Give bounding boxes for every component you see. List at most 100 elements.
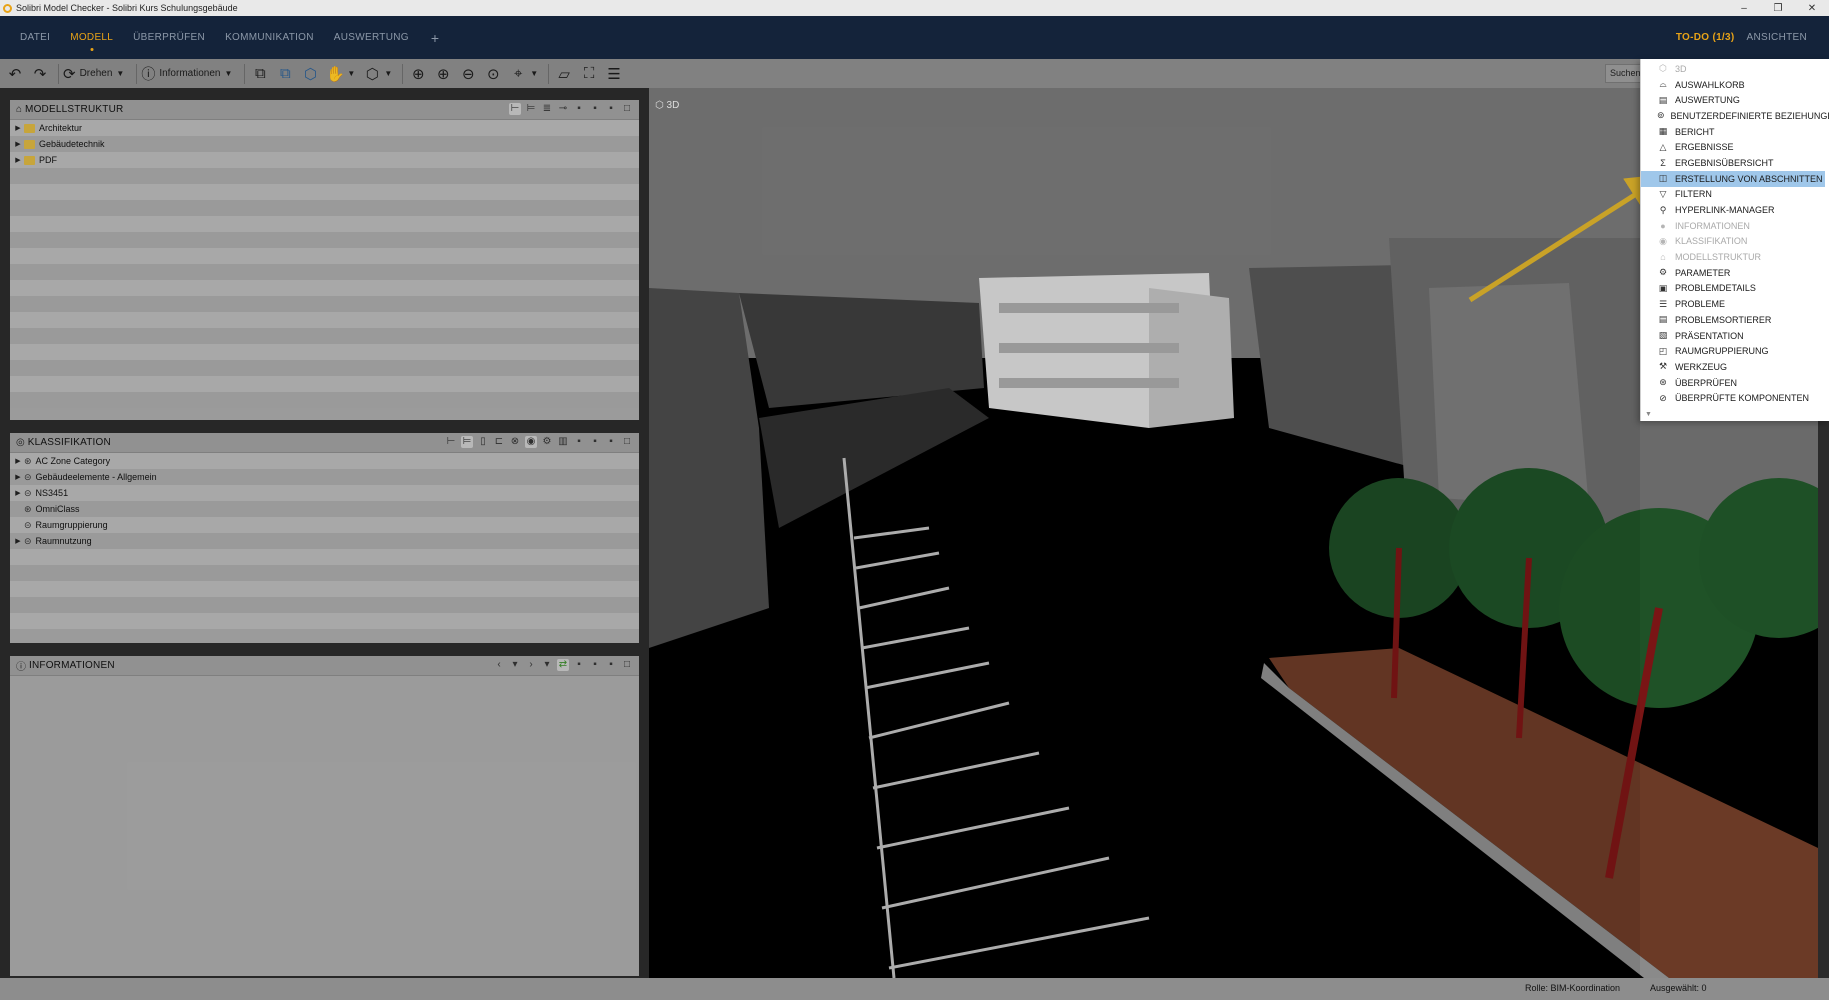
menu-item-praesentation[interactable]: ▧ PRÄSENTATION	[1641, 328, 1829, 344]
search-input[interactable]: Suchen	[1605, 64, 1643, 83]
classification-row[interactable]: ▶ ⊛ AC Zone Category	[10, 453, 639, 469]
maximize-icon[interactable]: □	[621, 659, 633, 671]
link-tree-icon[interactable]: ⊸	[557, 103, 569, 115]
library-icon[interactable]: ▥	[557, 436, 569, 448]
panel-option-icon[interactable]: ▪	[605, 659, 617, 671]
chevron-down-icon[interactable]: ▼	[530, 69, 538, 78]
menu-item-auswahlkorb[interactable]: ⌓ AUSWAHLKORB	[1641, 77, 1829, 93]
zoom-out-icon[interactable]: ⊖	[457, 63, 479, 85]
maximize-icon[interactable]: □	[621, 103, 633, 115]
scroll-down-icon[interactable]: ▼	[1645, 411, 1652, 418]
classification-row[interactable]: ▶ ⊝ Raumnutzung	[10, 533, 639, 549]
cube-select-icon[interactable]: ⬡	[299, 63, 321, 85]
tree-row[interactable]: ▶ PDF	[10, 152, 639, 168]
menu-item-problemdetails[interactable]: ▣ PROBLEMDETAILS	[1641, 281, 1829, 297]
maximize-icon[interactable]: □	[621, 436, 633, 448]
tree-alt-icon[interactable]: ⊨	[461, 436, 473, 448]
expand-icon[interactable]: ▶	[12, 457, 24, 465]
menu-item-hyperlink-manager[interactable]: ⚲ HYPERLINK-MANAGER	[1641, 202, 1829, 218]
menu-item-ueberpruefen[interactable]: ⊛ ÜBERPRÜFEN	[1641, 375, 1829, 391]
menu-item-ueberpruefte-komponenten[interactable]: ⊘ ÜBERPRÜFTE KOMPONENTEN	[1641, 390, 1829, 406]
menu-item-parameter[interactable]: ⚙ PARAMETER	[1641, 265, 1829, 281]
tree-view-icon[interactable]: ⊢	[445, 436, 457, 448]
chevron-down-icon[interactable]: ▼	[384, 69, 392, 78]
minimize-button[interactable]: –	[1727, 0, 1761, 16]
tab-kommunikation[interactable]: KOMMUNIKATION	[225, 32, 314, 43]
ansichten-button[interactable]: ANSICHTEN	[1747, 32, 1807, 43]
menu-item-modellstruktur[interactable]: ⌂ MODELLSTRUKTUR	[1641, 249, 1829, 265]
back-icon[interactable]: ‹	[493, 659, 505, 671]
panel-option-icon[interactable]: ▪	[573, 659, 585, 671]
panel-option-icon[interactable]: ▪	[589, 659, 601, 671]
new-icon[interactable]: ▯	[477, 436, 489, 448]
drehen-button[interactable]: ⟳ Drehen ▼	[63, 65, 124, 83]
menu-item-informationen[interactable]: ● INFORMATIONEN	[1641, 218, 1829, 234]
map-icon[interactable]: ⛶	[578, 63, 600, 85]
cube-icon[interactable]: ⬡	[361, 63, 383, 85]
panel-option-icon[interactable]: ▪	[589, 436, 601, 448]
menu-item-bericht[interactable]: ▦ BERICHT	[1641, 124, 1829, 140]
expand-icon[interactable]: ▶	[12, 473, 24, 481]
menu-item-benutzerdefinierte-beziehungen[interactable]: ⊚ BENUTZERDEFINIERTE BEZIEHUNGEN	[1641, 108, 1829, 124]
expand-icon[interactable]: ▶	[12, 140, 24, 148]
panel-option-icon[interactable]: ▪	[589, 103, 601, 115]
expand-icon[interactable]: ▶	[12, 489, 24, 497]
classification-row[interactable]: ▶ ⊛ OmniClass	[10, 501, 639, 517]
tree-row[interactable]: ▶ Architektur	[10, 120, 639, 136]
tab-auswertung[interactable]: AUSWERTUNG	[334, 32, 409, 43]
redo-icon[interactable]: ↷	[29, 63, 51, 85]
classification-row[interactable]: ▶ ⊝ NS3451	[10, 485, 639, 501]
panel-option-icon[interactable]: ▪	[605, 103, 617, 115]
pick-icon[interactable]: ⌖	[507, 63, 529, 85]
menu-item-3d[interactable]: ⬡ 3D	[1641, 61, 1829, 77]
boxes-select-icon[interactable]: ⧉	[274, 63, 296, 85]
tree-row[interactable]: ▶ Gebäudetechnik	[10, 136, 639, 152]
open-folder-icon[interactable]: ⊏	[493, 436, 505, 448]
classification-row[interactable]: ▶ ⊝ Raumgruppierung	[10, 517, 639, 533]
panel-option-icon[interactable]: ▪	[605, 436, 617, 448]
menu-item-raumgruppierung[interactable]: ◰ RAUMGRUPPIERUNG	[1641, 343, 1829, 359]
expand-icon[interactable]: ▶	[12, 124, 24, 132]
chevron-down-icon[interactable]: ▾	[509, 659, 521, 671]
tree-view-icon[interactable]: ⊢	[509, 103, 521, 115]
stop-icon[interactable]: ⊗	[509, 436, 521, 448]
menu-item-ergebnisse[interactable]: △ ERGEBNISSE	[1641, 139, 1829, 155]
tab-modell[interactable]: MODELL	[70, 32, 113, 43]
zoom-fit-icon[interactable]: ⊕	[407, 63, 429, 85]
panel-option-icon[interactable]: ▪	[573, 436, 585, 448]
layers-icon[interactable]: ☰	[603, 63, 625, 85]
menu-item-auswertung[interactable]: ▤ AUSWERTUNG	[1641, 92, 1829, 108]
tab-ueberpruefen[interactable]: ÜBERPRÜFEN	[133, 32, 205, 43]
expand-icon[interactable]: ▶	[12, 537, 24, 545]
chevron-down-icon[interactable]: ▼	[347, 69, 355, 78]
undo-icon[interactable]: ↶	[4, 63, 26, 85]
visibility-icon[interactable]: ✋	[324, 63, 346, 85]
gear-icon[interactable]: ⚙	[541, 436, 553, 448]
sync-icon[interactable]: ⇄	[557, 659, 569, 671]
informationen-button[interactable]: ⓘ Informationen ▼	[141, 64, 232, 84]
menu-item-problemsortierer[interactable]: ▤ PROBLEMSORTIERER	[1641, 312, 1829, 328]
tab-datei[interactable]: DATEI	[20, 32, 50, 43]
stack-icon[interactable]: ≣	[541, 103, 553, 115]
todo-button[interactable]: TO-DO (1/3)	[1676, 32, 1735, 43]
classification-row[interactable]: ▶ ⊝ Gebäudeelemente - Allgemein	[10, 469, 639, 485]
zoom-selection-icon[interactable]: ⊙	[482, 63, 504, 85]
menu-item-probleme[interactable]: ☰ PROBLEME	[1641, 296, 1829, 312]
chevron-down-icon[interactable]: ▾	[541, 659, 553, 671]
menu-item-klassifikation[interactable]: ◉ KLASSIFIKATION	[1641, 234, 1829, 250]
eye-icon[interactable]: ◉	[525, 436, 537, 448]
boxes-icon[interactable]: ⧉	[249, 63, 271, 85]
restore-button[interactable]: ❐	[1761, 0, 1795, 16]
menu-item-werkzeug[interactable]: ⚒ WERKZEUG	[1641, 359, 1829, 375]
zoom-in-icon[interactable]: ⊕	[432, 63, 454, 85]
menu-item-filtern[interactable]: ▽ FILTERN	[1641, 187, 1829, 203]
expand-icon[interactable]: ▶	[12, 156, 24, 164]
panel-option-icon[interactable]: ▪	[573, 103, 585, 115]
floor-plan-icon[interactable]: ▱	[553, 63, 575, 85]
add-tab-button[interactable]: +	[431, 30, 439, 46]
forward-icon[interactable]: ›	[525, 659, 537, 671]
close-button[interactable]: ✕	[1795, 0, 1829, 16]
menu-item-ergebnisuebersicht[interactable]: Σ ERGEBNISÜBERSICHT	[1641, 155, 1829, 171]
tree-alt-icon[interactable]: ⊨	[525, 103, 537, 115]
menu-item-erstellung-von-abschnitten[interactable]: ◫ ERSTELLUNG VON ABSCHNITTEN	[1641, 170, 1825, 187]
